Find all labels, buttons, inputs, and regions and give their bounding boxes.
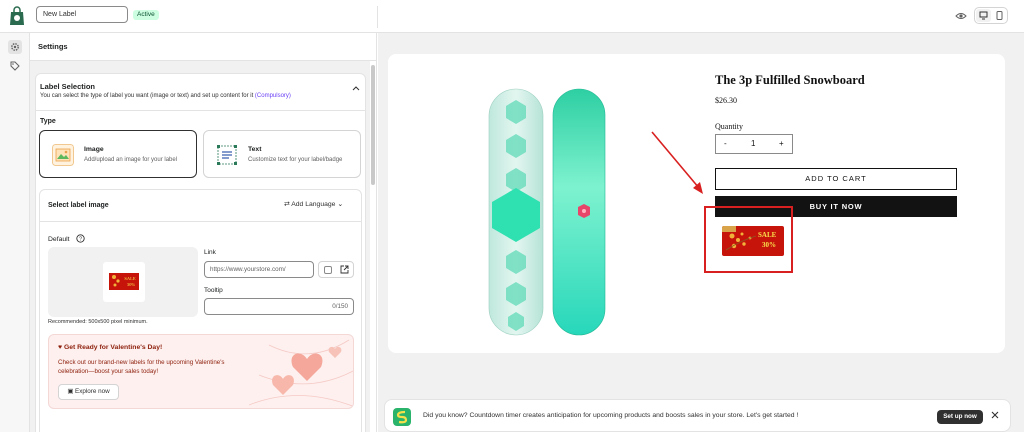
link-input[interactable]: https://www.yourstore.com/ xyxy=(204,261,314,278)
quantity-label: Quantity xyxy=(715,122,743,131)
panel-title: Settings xyxy=(38,42,68,51)
add-language-button[interactable]: ⇄ Add Language ⌄ xyxy=(284,200,343,208)
external-link-icon xyxy=(340,265,349,274)
set-up-now-button[interactable]: Set up now xyxy=(937,410,983,424)
add-language-label: Add Language xyxy=(291,201,336,208)
mobile-view-button[interactable] xyxy=(992,9,1007,22)
countdown-timer-notice: Did you know? Countdown timer creates an… xyxy=(384,399,1011,432)
section-title: Label Selection xyxy=(40,82,96,91)
type-option-description: Add/upload an image for your label xyxy=(84,157,178,163)
image-card-title: Select label image xyxy=(48,202,109,209)
tag-icon xyxy=(10,61,20,71)
type-option-name: Image xyxy=(84,146,104,153)
label-name-input[interactable]: New Label xyxy=(36,6,128,23)
promo-text: Check out our brand-new labels for the u… xyxy=(58,359,225,375)
product-preview-card: The 3p Fulfilled Snowboard $26.30 Quanti… xyxy=(388,54,1005,353)
svg-text:?: ? xyxy=(79,237,82,243)
desktop-icon xyxy=(979,11,988,20)
mobile-icon xyxy=(996,11,1003,20)
quantity-increase-button[interactable]: + xyxy=(779,139,784,148)
type-label: Type xyxy=(40,118,56,125)
desktop-view-button[interactable] xyxy=(976,9,991,22)
notice-text: Did you know? Countdown timer creates an… xyxy=(423,412,799,419)
image-dropzone[interactable]: SALE 30% xyxy=(48,247,198,317)
eye-icon[interactable] xyxy=(955,11,967,21)
tooltip-char-count: 0/150 xyxy=(332,303,348,310)
add-to-cart-button[interactable]: ADD TO CART xyxy=(715,168,957,190)
annotation-arrow xyxy=(651,131,703,194)
countdown-app-logo-icon xyxy=(393,408,411,426)
open-new-tab-checkbox[interactable] xyxy=(324,266,332,274)
sale-badge-text: SALE xyxy=(758,231,777,239)
top-bar: New Label Active xyxy=(0,0,1024,33)
rail-settings-button[interactable] xyxy=(8,40,22,54)
panel-header: Settings xyxy=(30,33,376,61)
type-option-text[interactable]: Text Customize text for your label/badge xyxy=(203,130,361,178)
rail-label-button[interactable] xyxy=(8,59,22,73)
select-label-image-card: Select label image ⇄ Add Language ⌄ Defa… xyxy=(39,189,362,432)
sale-label-badge: SALE 30% xyxy=(722,226,784,256)
label-image-preview: SALE 30% xyxy=(103,262,145,302)
quantity-decrease-button[interactable]: - xyxy=(724,139,727,148)
question-circle-icon[interactable]: ? xyxy=(76,234,85,243)
default-label: Default xyxy=(48,236,70,243)
link-actions xyxy=(318,261,354,278)
snowboard-back-image xyxy=(552,88,606,336)
image-thumbnail-icon xyxy=(52,144,74,166)
type-option-image[interactable]: Image Add/upload an image for your label xyxy=(39,130,197,178)
quantity-value[interactable]: 1 xyxy=(751,139,755,148)
device-toggle xyxy=(974,7,1008,24)
tooltip-label: Tooltip xyxy=(204,287,223,294)
valentine-promo-banner: ♥ Get Ready for Valentine's Day! Check o… xyxy=(48,334,354,409)
promo-title: ♥ Get Ready for Valentine's Day! xyxy=(58,344,163,351)
preview-area: The 3p Fulfilled Snowboard $26.30 Quanti… xyxy=(378,33,1024,432)
sale-badge-percent: 30% xyxy=(762,241,776,249)
link-label: Link xyxy=(204,249,216,256)
text-thumbnail-icon xyxy=(217,145,237,165)
recommendation-text: Recommended: 500x500 pixel minimum. xyxy=(48,319,148,325)
close-icon[interactable] xyxy=(991,411,999,419)
shopping-bag-logo-icon[interactable] xyxy=(8,6,26,26)
svg-text:30%: 30% xyxy=(127,282,136,287)
calendar-icon: ▣ xyxy=(67,388,76,395)
type-option-name: Text xyxy=(248,146,262,153)
quantity-stepper: - 1 + xyxy=(715,134,793,154)
settings-panel: Settings Label Selection You can select … xyxy=(30,33,377,432)
left-rail xyxy=(0,33,30,432)
type-option-description: Customize text for your label/badge xyxy=(248,157,343,163)
status-badge: Active xyxy=(133,10,159,20)
chevron-down-icon: ⌄ xyxy=(337,201,344,208)
explore-now-button[interactable]: ▣ Explore now xyxy=(58,384,119,400)
chevron-up-icon[interactable] xyxy=(352,85,360,91)
divider xyxy=(377,6,378,28)
panel-body: Label Selection You can select the type … xyxy=(30,61,370,432)
section-description: You can select the type of label you wan… xyxy=(40,93,291,99)
panel-scrollbar[interactable] xyxy=(371,65,375,185)
tooltip-input[interactable]: 0/150 xyxy=(204,298,354,315)
sale-label-thumbnail: SALE 30% xyxy=(109,273,139,290)
divider xyxy=(36,110,365,111)
gear-icon xyxy=(11,43,19,51)
compulsory-note: (Compulsory) xyxy=(254,93,291,99)
hearts-illustration xyxy=(249,339,353,407)
product-price: $26.30 xyxy=(715,96,737,105)
divider xyxy=(40,221,361,222)
product-title: The 3p Fulfilled Snowboard xyxy=(715,73,865,87)
svg-text:SALE: SALE xyxy=(124,276,136,281)
label-selection-section: Label Selection You can select the type … xyxy=(35,73,366,432)
snowboard-front-image xyxy=(488,88,544,336)
